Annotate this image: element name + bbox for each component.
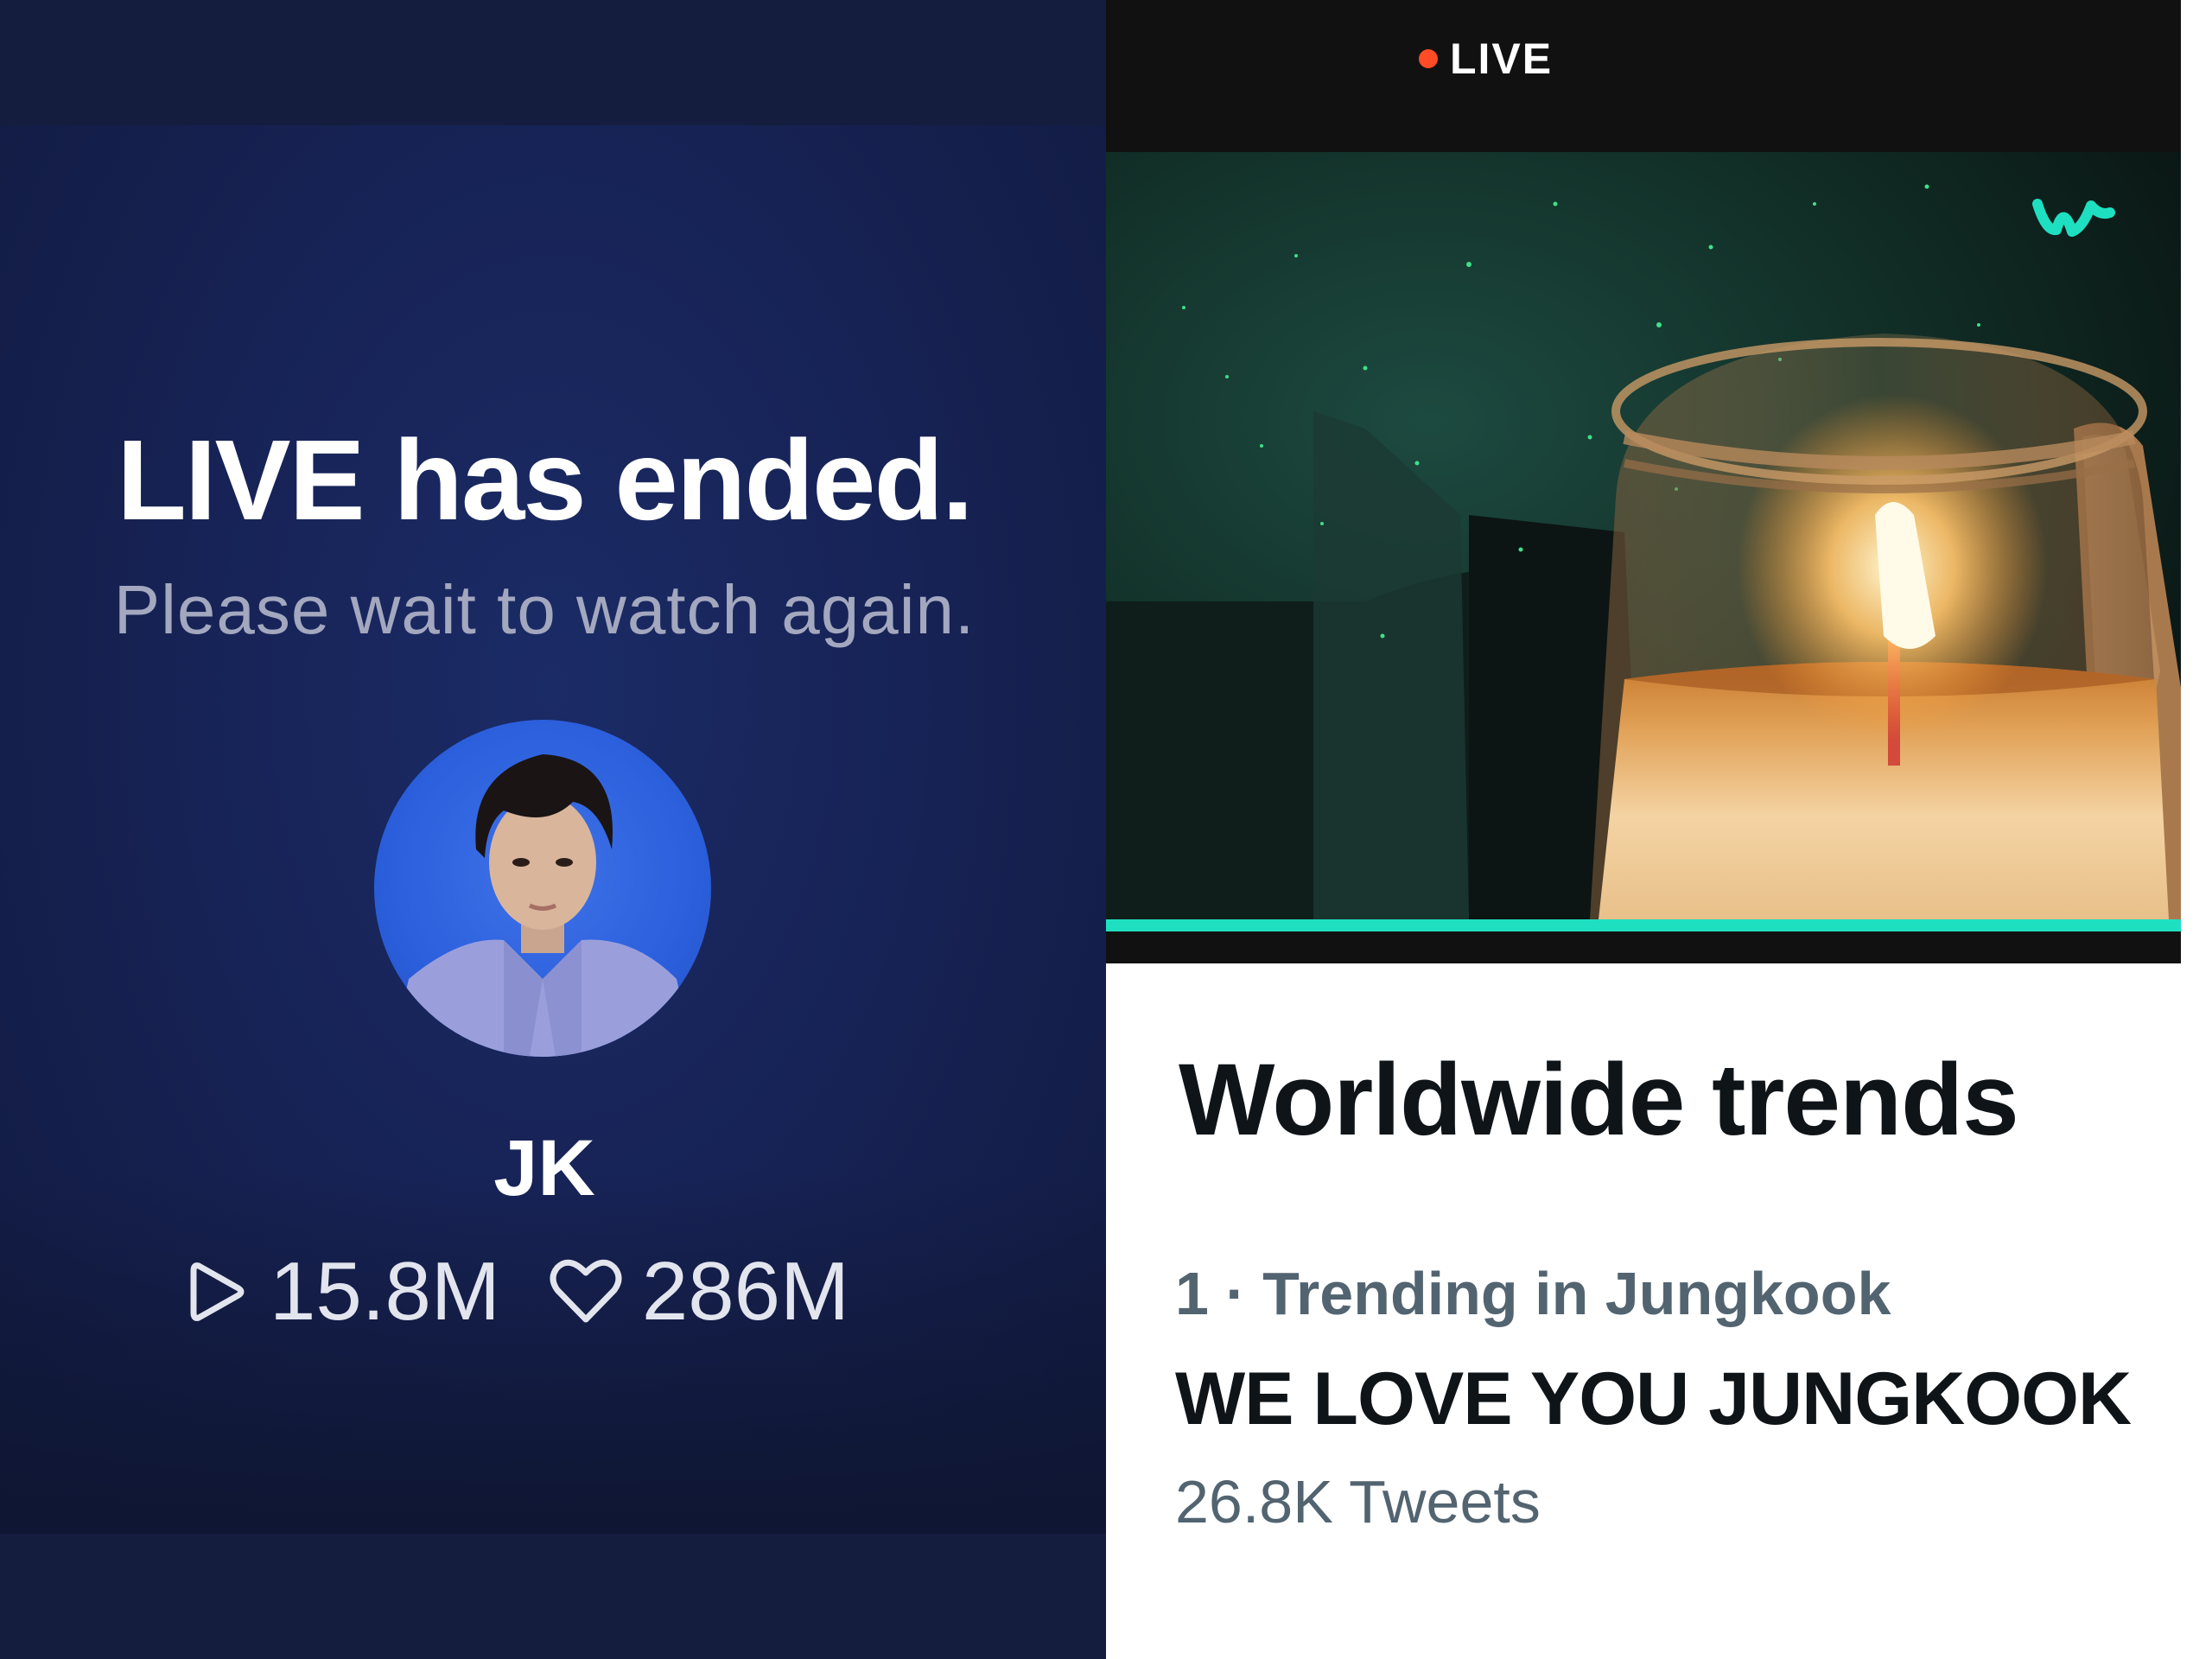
trend-tweet-count: 26.8K Tweets [1175,1468,1541,1535]
live-indicator-dot [1419,49,1438,68]
live-ended-title: LIVE has ended. [117,416,974,543]
live-badge: LIVE [1419,33,1553,85]
play-count: 15.8M [181,1244,500,1339]
like-count-value: 286M [641,1245,849,1338]
like-count: 286M [549,1244,849,1339]
player-top-bar: LIVE [1106,0,2181,152]
live-progress-bar[interactable] [1106,919,2181,931]
trends-title: Worldwide trends [1179,1043,2019,1157]
trend-name[interactable]: WE LOVE YOU JUNGKOOK [1175,1357,2132,1442]
video-frame[interactable] [1106,152,2181,919]
live-video-player[interactable]: LIVE [1106,0,2181,963]
trend-meta: 1 · Trending in Jungkook [1175,1260,1891,1327]
avatar[interactable] [374,720,711,1057]
play-count-value: 15.8M [270,1245,500,1338]
live-ended-panel: LIVE has ended. Please wait to watch aga… [0,0,1106,1659]
live-label: LIVE [1450,35,1554,83]
right-panel: LIVE Worldwide trends 1 · Trending in Ju… [1106,0,2212,1659]
user-name: JK [493,1124,595,1212]
live-ended-subtitle: Please wait to watch again. [113,571,976,648]
heart-icon [550,1259,622,1323]
live-stats: 15.8M 286M [181,1244,849,1339]
play-icon [190,1262,245,1321]
